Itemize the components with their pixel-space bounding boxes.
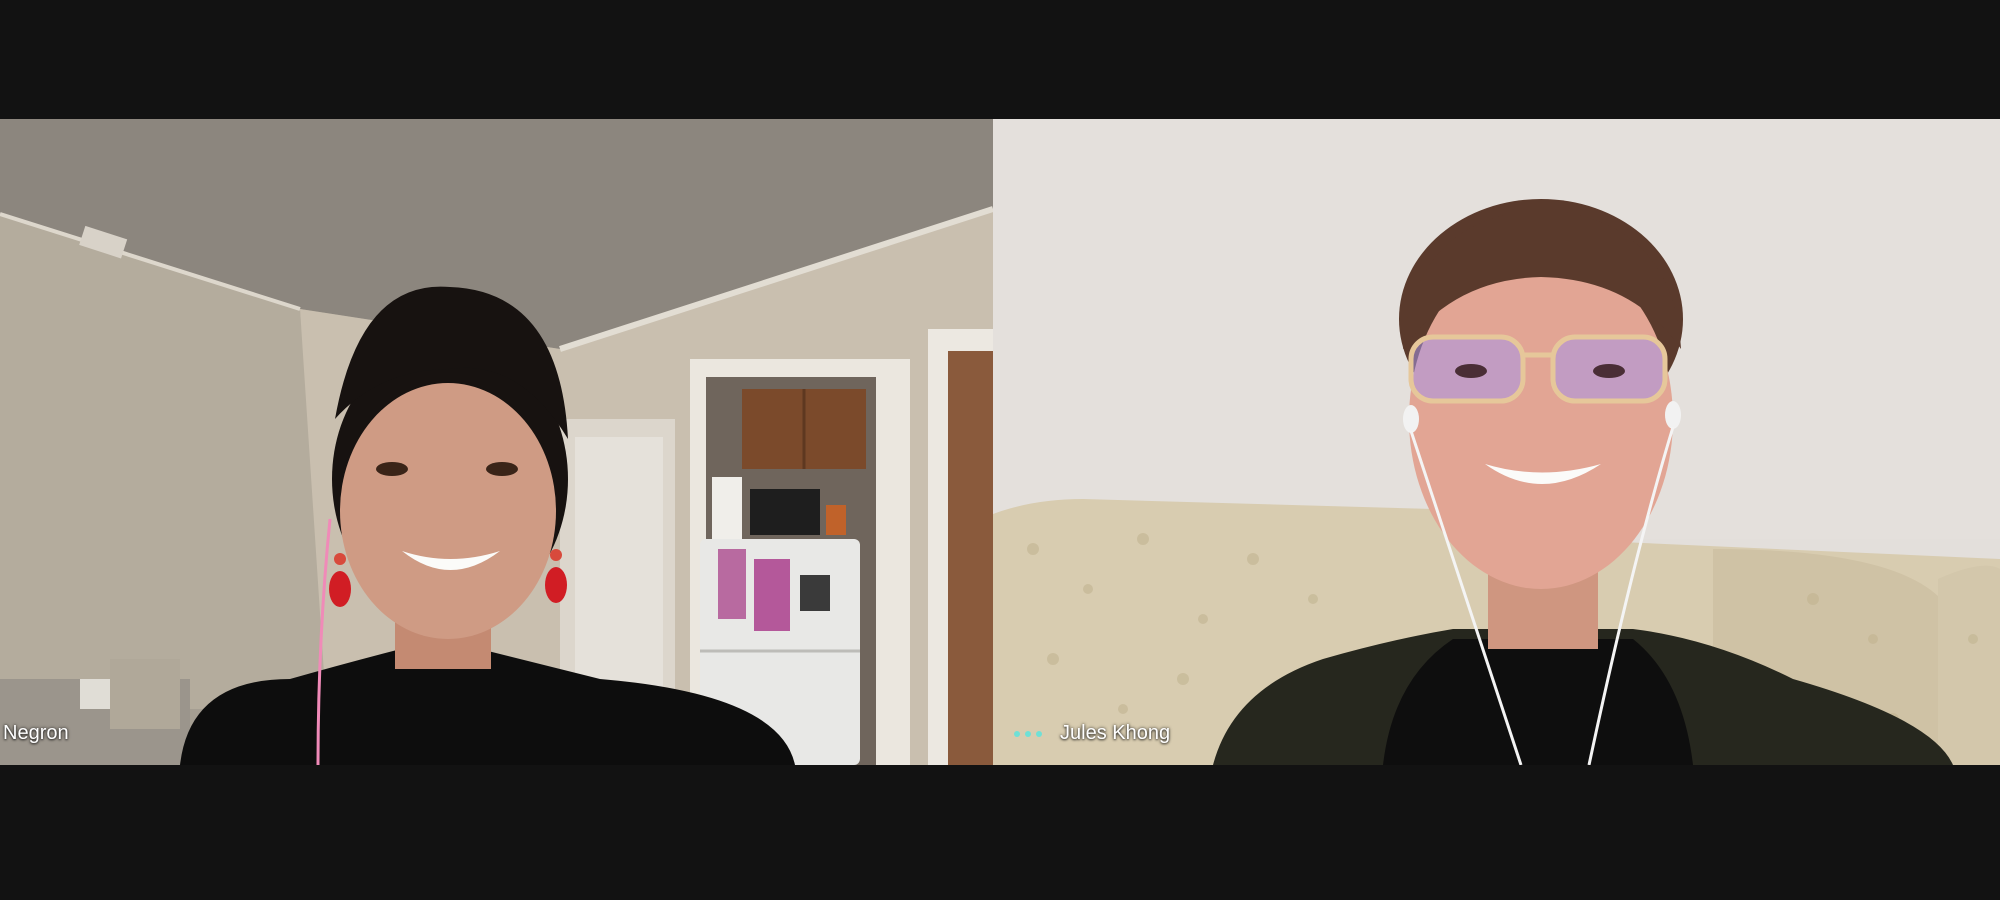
participant-name-label: Jules Khong — [1060, 722, 1171, 744]
video-tile-negron[interactable] — [0, 119, 993, 765]
audio-dot — [1014, 731, 1020, 737]
video-feed-negron — [0, 119, 993, 765]
video-feed-jules-khong — [993, 119, 2000, 765]
audio-dot — [1025, 731, 1031, 737]
three-dots-audio-icon — [1014, 729, 1042, 739]
video-tile-jules-khong[interactable] — [993, 119, 2000, 765]
audio-dot — [1036, 731, 1042, 737]
participant-name-label: Negron — [3, 722, 69, 744]
